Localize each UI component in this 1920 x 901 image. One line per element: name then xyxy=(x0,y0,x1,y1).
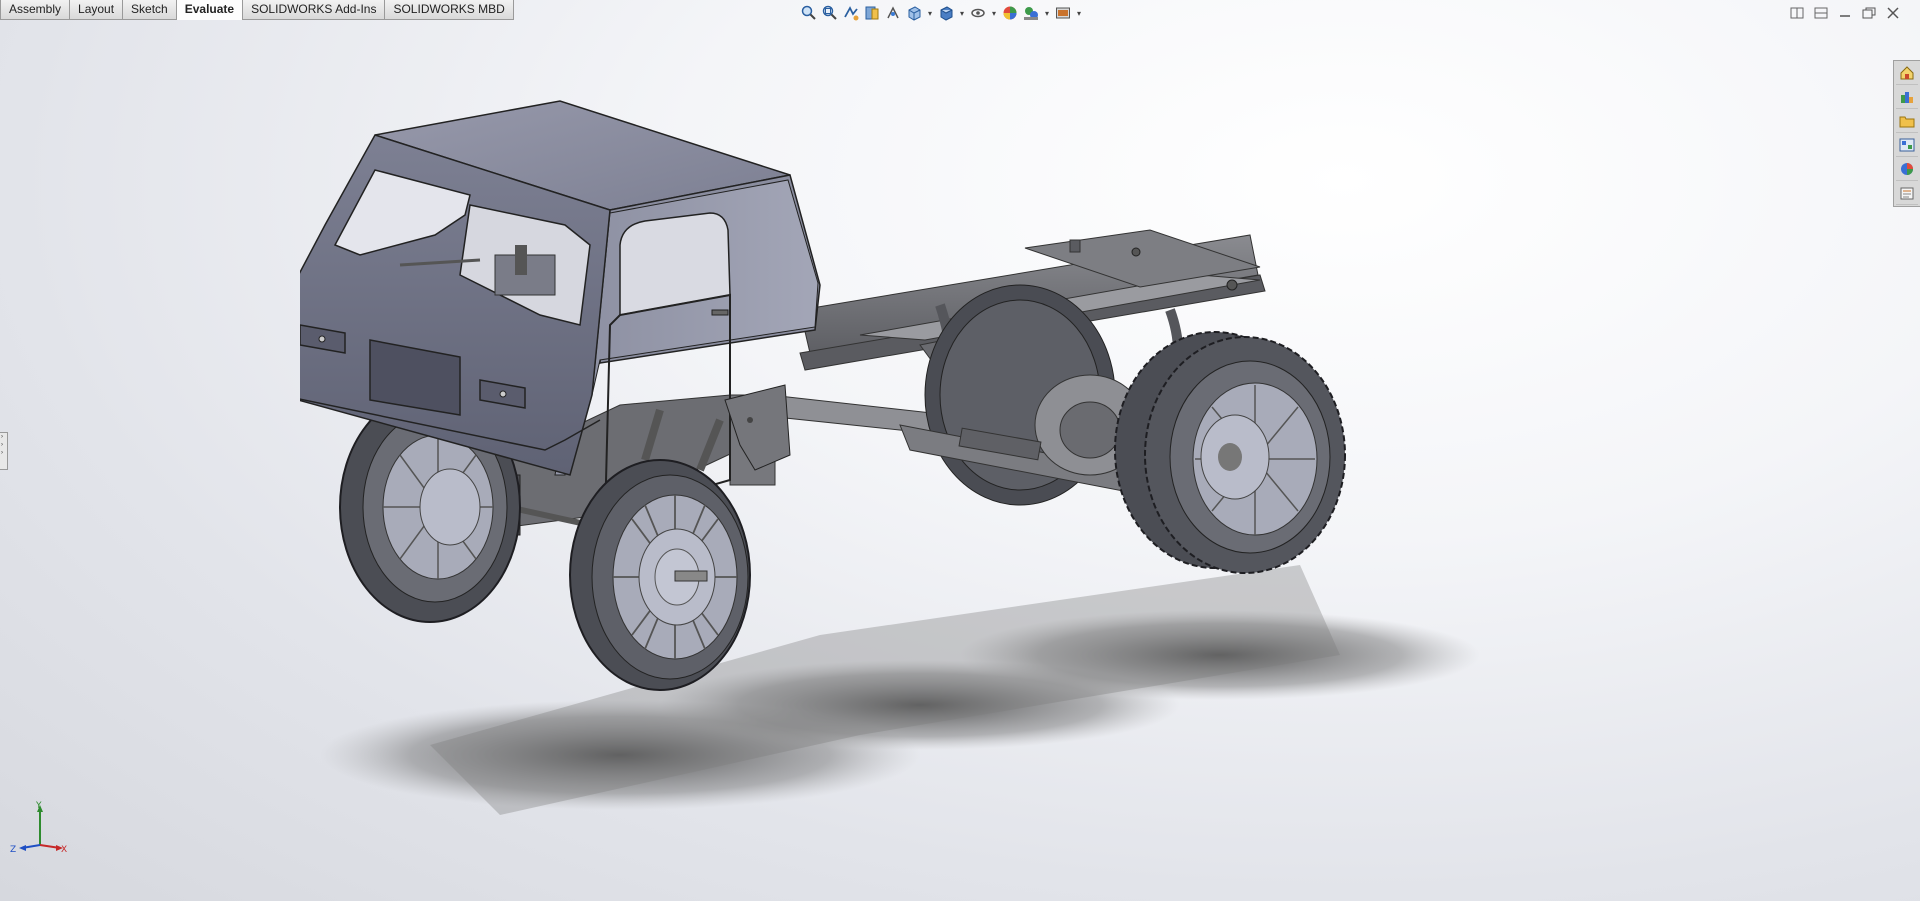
truck-assembly-model[interactable] xyxy=(300,95,1640,895)
triad-y-label: Y xyxy=(35,801,42,811)
solidworks-resources-icon[interactable] xyxy=(1896,62,1918,85)
chevron-down-icon[interactable]: ▾ xyxy=(1043,4,1051,22)
tab-solidworks-add-ins[interactable]: SOLIDWORKS Add-Ins xyxy=(242,0,386,20)
featuremanager-flyout-handle[interactable]: › › › xyxy=(0,432,8,470)
edit-appearance-icon[interactable] xyxy=(1001,4,1019,22)
file-explorer-icon[interactable] xyxy=(1896,110,1918,133)
triad-x-label: X xyxy=(61,845,67,855)
zoom-to-area-icon[interactable] xyxy=(821,4,839,22)
tile-icon[interactable] xyxy=(1788,5,1806,21)
tab-evaluate[interactable]: Evaluate xyxy=(175,0,244,20)
previous-view-icon[interactable] xyxy=(842,4,860,22)
reference-triad: Y X Z xyxy=(10,801,67,855)
rear-dual-wheel[interactable] xyxy=(1114,331,1346,574)
view-orientation-icon[interactable] xyxy=(905,4,923,22)
tab-solidworks-mbd[interactable]: SOLIDWORKS MBD xyxy=(384,0,514,20)
chevron-down-icon[interactable]: ▾ xyxy=(958,4,966,22)
chevron-down-icon[interactable]: ▾ xyxy=(926,4,934,22)
tab-layout[interactable]: Layout xyxy=(69,0,124,20)
task-pane xyxy=(1893,60,1920,207)
display-style-icon[interactable] xyxy=(937,4,955,22)
appearances-icon[interactable] xyxy=(1896,158,1918,181)
custom-properties-icon[interactable] xyxy=(1896,182,1918,205)
command-manager-tabs: Assembly Layout Sketch Evaluate SOLIDWOR… xyxy=(0,0,514,20)
window-controls xyxy=(1788,5,1902,21)
view-palette-icon[interactable] xyxy=(1896,134,1918,157)
dynamic-annotation-icon[interactable] xyxy=(884,4,902,22)
heads-up-view-toolbar: ▾ ▾ ▾ ▾ ▾ xyxy=(800,4,1083,22)
close-icon[interactable] xyxy=(1884,5,1902,21)
section-view-icon[interactable] xyxy=(863,4,881,22)
view-settings-icon[interactable] xyxy=(1054,4,1072,22)
chevron-down-icon[interactable]: ▾ xyxy=(1075,4,1083,22)
hide-show-items-icon[interactable] xyxy=(969,4,987,22)
ground-shadow xyxy=(320,565,1480,815)
cascade-icon[interactable] xyxy=(1812,5,1830,21)
chevron-down-icon[interactable]: ▾ xyxy=(990,4,998,22)
tab-assembly[interactable]: Assembly xyxy=(0,0,71,20)
design-library-icon[interactable] xyxy=(1896,86,1918,109)
triad-z-label: Z xyxy=(10,845,16,855)
tab-sketch[interactable]: Sketch xyxy=(122,0,177,20)
restore-icon[interactable] xyxy=(1860,5,1878,21)
apply-scene-icon[interactable] xyxy=(1022,4,1040,22)
front-right-wheel[interactable] xyxy=(569,459,751,691)
zoom-to-fit-icon[interactable] xyxy=(800,4,818,22)
minimize-icon[interactable] xyxy=(1836,5,1854,21)
